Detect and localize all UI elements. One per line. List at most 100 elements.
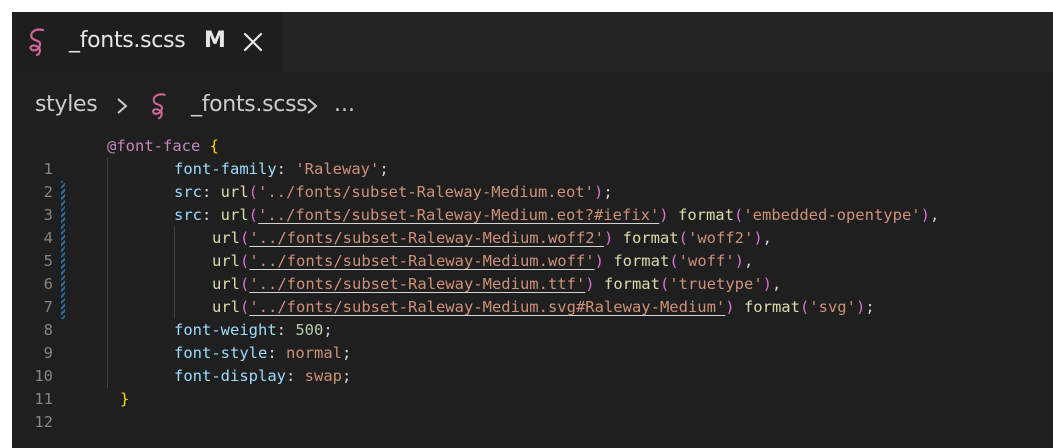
paren: (	[240, 252, 250, 270]
colon: :	[202, 183, 221, 201]
colon: :	[276, 321, 296, 339]
tab-bar: _fonts.scss M	[12, 12, 1053, 72]
property: src	[174, 183, 202, 201]
colon: :	[285, 367, 305, 385]
code-line: 8 url('../fonts/subset-Raleway-Medium.sv…	[12, 296, 1053, 339]
breadcrumb-folder[interactable]: styles	[35, 90, 98, 120]
paren: (	[240, 275, 250, 293]
line-number: 12	[34, 413, 53, 431]
paren: )	[725, 298, 735, 316]
line-text: url('../fonts/subset-Raleway-Medium.ttf'…	[212, 275, 782, 293]
code-line: 6 url('../fonts/subset-Raleway-Medium.wo…	[12, 250, 1053, 293]
tab-filename: _fonts.scss	[69, 28, 186, 53]
semicolon: ;	[342, 344, 352, 362]
property: font-weight	[174, 321, 277, 339]
at-rule: @font-face	[107, 137, 201, 155]
line-text: url('../fonts/subset-Raleway-Medium.svg#…	[212, 298, 875, 316]
function: url	[212, 298, 240, 316]
colon: :	[276, 160, 296, 178]
code-line: 5 url('../fonts/subset-Raleway-Medium.wo…	[12, 227, 1053, 270]
code-line: 2 font-family: 'Raleway';	[12, 158, 1053, 201]
line-text: }	[120, 388, 129, 411]
property: font-family	[174, 160, 277, 178]
code-line: 4 src: url('../fonts/subset-Raleway-Medi…	[12, 204, 1053, 247]
modified-gutter-indicator[interactable]	[61, 181, 65, 204]
property: src	[174, 206, 202, 224]
function: url	[212, 229, 240, 247]
function: url	[220, 206, 249, 224]
modified-gutter-indicator[interactable]	[61, 227, 65, 250]
function: url	[212, 275, 240, 293]
line-text: url('../fonts/subset-Raleway-Medium.woff…	[212, 229, 772, 247]
punctuation: ,	[772, 275, 782, 293]
breadcrumb: styles _fonts.scss ...	[12, 72, 1053, 132]
punctuation: ,	[929, 206, 940, 224]
paren: )	[603, 229, 614, 247]
tab-fonts-scss[interactable]: _fonts.scss M	[12, 12, 283, 72]
value: swap	[304, 367, 342, 385]
modified-gutter-indicator[interactable]	[61, 204, 65, 227]
code-line: 11 font-display: swap;	[12, 365, 1053, 408]
breadcrumb-symbols[interactable]: ...	[334, 90, 355, 120]
paren: )	[593, 183, 604, 201]
paren: )	[594, 252, 604, 270]
string: 'svg'	[809, 298, 856, 316]
chevron-right-icon	[117, 98, 128, 114]
link-string[interactable]: '../fonts/subset-Raleway-Medium.svg#Rale…	[249, 298, 725, 316]
line-text: src: url('../fonts/subset-Raleway-Medium…	[174, 206, 940, 224]
value: normal	[286, 344, 342, 362]
line-text: url('../fonts/subset-Raleway-Medium.woff…	[212, 252, 754, 270]
function: format	[613, 252, 670, 270]
code-line: 10 font-style: normal;	[12, 342, 1053, 385]
line-text: font-weight: 500;	[174, 319, 333, 342]
code-line: 1 @font-face {	[12, 135, 1053, 178]
paren: )	[585, 275, 595, 293]
string: 'truetype'	[669, 275, 763, 293]
code-area[interactable]: 1 @font-face { 2 font-family: 'Raleway';…	[12, 135, 1053, 431]
property: font-style	[174, 344, 268, 362]
code-line: 12 }	[12, 388, 1053, 431]
brace: }	[120, 390, 130, 408]
line-text: font-family: 'Raleway';	[174, 158, 389, 181]
link-string[interactable]: '../fonts/subset-Raleway-Medium.woff'	[249, 252, 594, 270]
function: format	[603, 275, 660, 293]
line-text: src: url('../fonts/subset-Raleway-Medium…	[174, 181, 613, 204]
punctuation: ,	[744, 252, 754, 270]
link-string[interactable]: '../fonts/subset-Raleway-Medium.eot?#ief…	[258, 206, 659, 224]
line-text: font-display: swap;	[174, 365, 351, 388]
value: 'Raleway'	[295, 160, 380, 178]
semicolon: ;	[341, 367, 352, 385]
semicolon: ;	[603, 183, 613, 201]
semicolon: ;	[323, 321, 333, 339]
modified-gutter-indicator[interactable]	[61, 296, 65, 319]
string: 'woff2'	[687, 229, 754, 247]
line-text: @font-face {	[107, 135, 219, 158]
link-string[interactable]: '../fonts/subset-Raleway-Medium.woff2'	[249, 229, 604, 247]
function: format	[743, 298, 800, 316]
paren: (	[240, 229, 250, 247]
value: 500	[295, 321, 324, 339]
modified-indicator: M	[204, 28, 226, 53]
string: '../fonts/subset-Raleway-Medium.eot'	[258, 183, 594, 201]
paren: (	[240, 298, 250, 316]
code-editor: _fonts.scss M styles _fonts.scss ... 1 @…	[12, 12, 1053, 448]
close-icon[interactable]	[242, 31, 264, 53]
code-line: 3 src: url('../fonts/subset-Raleway-Medi…	[12, 181, 1053, 224]
sass-icon	[152, 93, 166, 120]
brace: {	[209, 137, 220, 155]
function: url	[212, 252, 240, 270]
modified-gutter-indicator[interactable]	[61, 250, 65, 273]
link-string[interactable]: '../fonts/subset-Raleway-Medium.ttf'	[249, 275, 585, 293]
punctuation: ;	[865, 298, 875, 316]
semicolon: ;	[379, 160, 389, 178]
colon: :	[267, 344, 286, 362]
code-line: 7 url('../fonts/subset-Raleway-Medium.tt…	[12, 273, 1053, 316]
string: 'embedded-opentype'	[743, 206, 921, 224]
chevron-right-icon	[307, 98, 318, 114]
code-line: 9 font-weight: 500;	[12, 319, 1053, 362]
string: 'woff'	[678, 252, 735, 270]
property: font-display	[174, 367, 286, 385]
paren: )	[659, 206, 669, 224]
breadcrumb-file[interactable]: _fonts.scss	[191, 90, 308, 120]
modified-gutter-indicator[interactable]	[61, 273, 65, 296]
